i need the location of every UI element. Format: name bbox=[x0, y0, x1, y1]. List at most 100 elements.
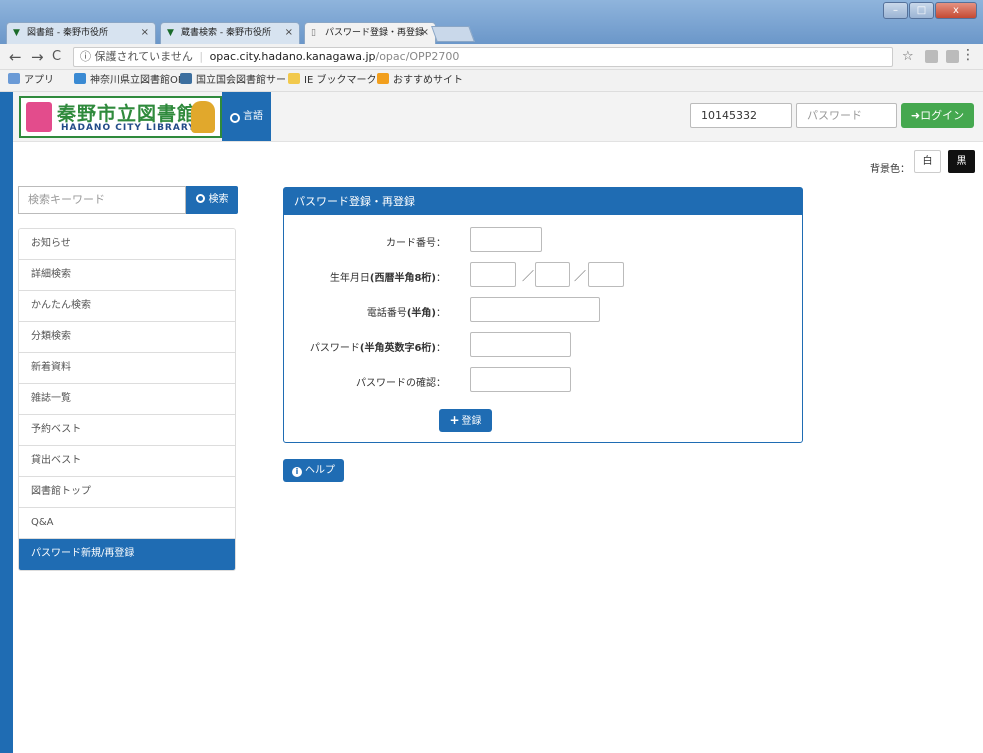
address-bar: ← → C ⓘ 保護されていません | opac.city.hadano.kan… bbox=[0, 44, 983, 70]
tab-close-icon[interactable]: × bbox=[141, 23, 149, 43]
search-button[interactable]: 検索 bbox=[186, 186, 238, 214]
password-confirm-input[interactable] bbox=[470, 367, 571, 392]
sidebar-item-news[interactable]: お知らせ bbox=[19, 229, 235, 260]
apps-icon bbox=[8, 73, 20, 84]
tab-close-icon[interactable]: × bbox=[421, 23, 429, 43]
card-number-field[interactable]: 10145332 bbox=[690, 103, 792, 128]
tab-close-icon[interactable]: × bbox=[285, 23, 293, 43]
bookmark-label: アプリ bbox=[24, 75, 54, 86]
page-left-accent bbox=[0, 92, 13, 753]
search-input[interactable]: 検索キーワード bbox=[18, 186, 186, 214]
logo-subtitle: HADANO CITY LIBRARY bbox=[61, 123, 196, 133]
date-separator: ／ bbox=[574, 269, 587, 283]
phone-label: 電話番号(半角)： bbox=[367, 304, 446, 319]
bookmark-recommended[interactable]: おすすめサイト bbox=[377, 71, 463, 91]
sidebar-item-new-materials[interactable]: 新着資料 bbox=[19, 353, 235, 384]
bookmark-label: IE ブックマーク bbox=[304, 75, 377, 86]
date-separator: ／ bbox=[522, 269, 535, 283]
background-white-button[interactable]: 白 bbox=[914, 150, 941, 173]
new-tab-button[interactable] bbox=[431, 26, 475, 42]
browser-tab-search[interactable]: ▼ 蔵書検索 - 秦野市役所 × bbox=[160, 22, 300, 44]
password-field[interactable]: パスワード bbox=[796, 103, 897, 128]
sidebar-item-simple-search[interactable]: かんたん検索 bbox=[19, 291, 235, 322]
bookmark-ndl[interactable]: 国立国会図書館サー bbox=[180, 71, 286, 91]
register-label: 登録 bbox=[461, 416, 482, 427]
background-black-button[interactable]: 黒 bbox=[948, 150, 975, 173]
minimize-button[interactable]: – bbox=[883, 2, 908, 19]
sidebar-item-password[interactable]: パスワード新規/再登録 bbox=[19, 539, 235, 570]
language-button[interactable]: ● 言語 bbox=[222, 92, 271, 141]
help-label: ヘルプ bbox=[305, 465, 335, 476]
bookmark-label: おすすめサイト bbox=[393, 75, 463, 86]
login-icon: ➜ bbox=[910, 109, 921, 122]
bookmark-label: 国立国会図書館サー bbox=[196, 75, 286, 86]
birth-day-input[interactable] bbox=[588, 262, 624, 287]
tab-label: 図書館 - 秦野市役所 bbox=[27, 28, 108, 38]
bookmark-kanagawa[interactable]: 神奈川県立図書館OP bbox=[74, 71, 184, 91]
extension-icon[interactable] bbox=[925, 50, 938, 63]
browser-menu-icon[interactable]: ⋮ bbox=[961, 47, 975, 63]
bing-icon bbox=[377, 73, 389, 84]
url-path: /opac/OPP2700 bbox=[375, 50, 460, 63]
birthdate-label-hint: (西暦半角8桁) bbox=[369, 273, 436, 284]
phone-input[interactable] bbox=[470, 297, 600, 322]
password-label-hint: (半角英数字6桁) bbox=[359, 343, 436, 354]
ndl-icon bbox=[180, 73, 192, 84]
bookmark-ie[interactable]: IE ブックマーク bbox=[288, 71, 376, 91]
password-label-text: パスワード bbox=[309, 343, 360, 354]
new-password-input[interactable] bbox=[470, 332, 571, 357]
forward-icon[interactable]: → bbox=[31, 48, 44, 66]
tab-label: 蔵書検索 - 秦野市役所 bbox=[181, 28, 271, 38]
library-logo[interactable]: 秦野市立図書館 HADANO CITY LIBRARY bbox=[19, 96, 222, 138]
window-controls: – □ x bbox=[883, 2, 977, 19]
browser-tab-password[interactable]: ▯ パスワード登録・再登録 × bbox=[304, 22, 436, 44]
card-number-input[interactable] bbox=[470, 227, 542, 252]
register-button[interactable]: + 登録 bbox=[439, 409, 492, 432]
url-field[interactable]: ⓘ 保護されていません | opac.city.hadano.kanagawa.… bbox=[73, 47, 893, 67]
kanagawa-icon bbox=[74, 73, 86, 84]
sidebar-item-magazines[interactable]: 雑誌一覧 bbox=[19, 384, 235, 415]
url-host: opac.city.hadano.kanagawa.jp bbox=[209, 50, 376, 63]
browser-tab-library[interactable]: ▼ 図書館 - 秦野市役所 × bbox=[6, 22, 156, 44]
sidebar-item-reservation-best[interactable]: 予約ベスト bbox=[19, 415, 235, 446]
birth-year-input[interactable] bbox=[470, 262, 516, 287]
login-button[interactable]: ➜ログイン bbox=[901, 103, 974, 128]
back-icon[interactable]: ← bbox=[9, 48, 22, 66]
password-registration-panel: パスワード登録・再登録 カード番号： 生年月日(西暦半角8桁)： ／ ／ 電話番… bbox=[283, 187, 803, 443]
background-color-label: 背景色： bbox=[870, 164, 910, 175]
hadano-favicon: ▼ bbox=[167, 28, 174, 38]
sidebar-item-advanced-search[interactable]: 詳細検索 bbox=[19, 260, 235, 291]
sidebar-item-library-top[interactable]: 図書館トップ bbox=[19, 477, 235, 508]
password-confirm-label: パスワードの確認： bbox=[356, 378, 446, 389]
book-mascot-icon bbox=[26, 102, 52, 132]
url-separator: | bbox=[199, 50, 204, 63]
bookmark-label: 神奈川県立図書館OP bbox=[90, 75, 184, 86]
maximize-button[interactable]: □ bbox=[909, 2, 934, 19]
folder-icon bbox=[288, 73, 300, 84]
login-label: ログイン bbox=[920, 109, 965, 122]
sidebar-item-category-search[interactable]: 分類検索 bbox=[19, 322, 235, 353]
bookmark-apps[interactable]: アプリ bbox=[8, 71, 54, 91]
page-favicon: ▯ bbox=[311, 28, 316, 38]
hadano-favicon: ▼ bbox=[13, 28, 20, 38]
info-icon: i bbox=[292, 467, 302, 477]
reload-icon[interactable]: C bbox=[52, 48, 61, 66]
browser-titlebar: ▼ 図書館 - 秦野市役所 × ▼ 蔵書検索 - 秦野市役所 × ▯ パスワード… bbox=[0, 0, 983, 44]
birth-month-input[interactable] bbox=[535, 262, 570, 287]
bookmark-star-icon[interactable]: ☆ bbox=[902, 49, 914, 64]
close-window-button[interactable]: x bbox=[935, 2, 977, 19]
help-button[interactable]: i ヘルプ bbox=[283, 459, 344, 482]
extension-icon[interactable] bbox=[946, 50, 959, 63]
language-label: 言語 bbox=[243, 111, 263, 122]
tab-label: パスワード登録・再登録 bbox=[325, 28, 425, 38]
sidebar-item-qa[interactable]: Q&A bbox=[19, 508, 235, 539]
birthdate-label-text: 生年月日 bbox=[329, 273, 370, 284]
label-colon: ： bbox=[436, 308, 446, 319]
birthdate-label: 生年月日(西暦半角8桁)： bbox=[330, 269, 446, 284]
sidebar-item-loan-best[interactable]: 貸出ベスト bbox=[19, 446, 235, 477]
security-indicator[interactable]: ⓘ 保護されていません bbox=[80, 50, 193, 63]
label-colon: ： bbox=[436, 343, 446, 354]
password-label: パスワード(半角英数字6桁)： bbox=[310, 339, 446, 354]
owl-mascot-icon bbox=[191, 101, 215, 133]
plus-icon: + bbox=[449, 413, 460, 427]
